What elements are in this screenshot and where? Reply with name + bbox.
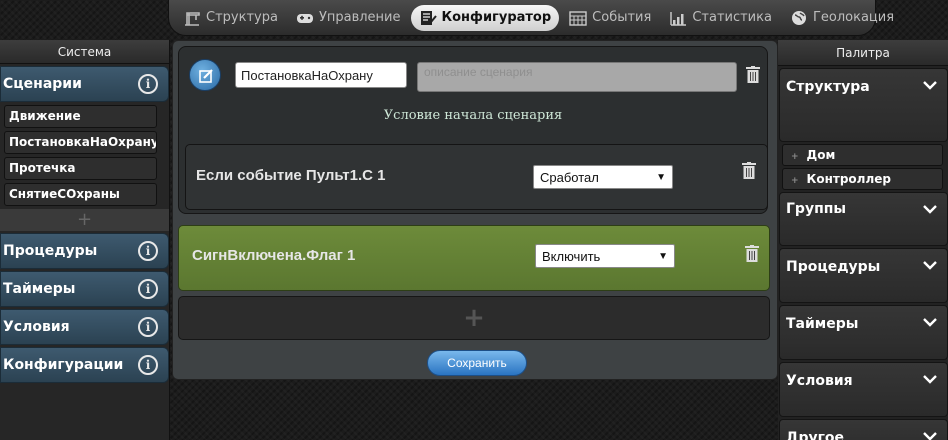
event-text: Если событие Пульт1.С 1	[196, 167, 386, 184]
info-icon[interactable]: i	[138, 74, 158, 94]
palette-other-label: Другое	[786, 430, 845, 440]
palette-item-home[interactable]: + Дом	[782, 144, 943, 166]
nav-statistics[interactable]: Статистика	[661, 5, 780, 31]
procedures-label: Процедуры	[3, 243, 98, 259]
palette-sidebar: Палитра Структура + Дом + Контроллер Групп…	[778, 40, 948, 440]
nav-structure[interactable]: Структура	[175, 5, 286, 31]
save-button[interactable]: Сохранить	[427, 350, 527, 376]
dropdown-arrow-icon: ▼	[656, 171, 666, 183]
chevron-down-icon	[923, 75, 937, 94]
palette-groups-label: Группы	[786, 201, 847, 217]
palette-structure[interactable]: Структура	[779, 68, 948, 142]
scenario-header: Условие начала сценария Если событие Пул…	[178, 46, 768, 214]
palette-item-label: Дом	[806, 148, 836, 162]
nav-control-label: Управление	[318, 10, 401, 25]
nav-events-label: События	[592, 10, 652, 25]
info-icon[interactable]: i	[138, 355, 158, 375]
palette-conditions-label: Условия	[786, 373, 853, 389]
nav-control[interactable]: Управление	[288, 5, 409, 31]
delete-scenario-icon[interactable]	[746, 66, 760, 83]
add-action-button[interactable]: +	[178, 296, 770, 340]
sidebar-configurations[interactable]: Конфигурации i	[0, 347, 169, 383]
nav-configurator-label: Конфигуратор	[441, 10, 552, 25]
nav-geolocation[interactable]: Геолокация	[782, 5, 902, 31]
info-icon[interactable]: i	[138, 241, 158, 261]
event-state-select[interactable]: Сработал ▼	[533, 165, 673, 189]
palette-item-controller[interactable]: + Контроллер	[782, 168, 943, 190]
scenario-description-input[interactable]	[417, 62, 737, 92]
palette-timers[interactable]: Таймеры	[779, 305, 948, 360]
plus-icon: +	[791, 152, 799, 162]
dropdown-arrow-icon: ▼	[658, 250, 668, 262]
timers-label: Таймеры	[3, 281, 76, 297]
scenario-item[interactable]: Протечка	[4, 157, 157, 180]
action-value: Включить	[542, 248, 601, 264]
conditions-label: Условия	[3, 319, 70, 335]
palette-timers-label: Таймеры	[786, 316, 859, 332]
calendar-icon	[569, 10, 587, 26]
chevron-down-icon	[923, 199, 937, 218]
delete-event-icon[interactable]	[742, 162, 756, 179]
edit-button[interactable]	[189, 59, 221, 91]
top-nav: Структура Управление Конфигуратор Событи…	[168, 0, 894, 36]
add-scenario-button[interactable]: +	[0, 209, 169, 231]
action-text: СигнВключена.Флаг 1	[192, 247, 356, 264]
event-state-value: Сработал	[540, 169, 599, 185]
edit-icon	[199, 69, 213, 83]
palette-procedures[interactable]: Процедуры	[779, 248, 948, 303]
event-condition-row: Если событие Пульт1.С 1 Сработал ▼	[185, 144, 768, 210]
nav-events[interactable]: События	[561, 5, 659, 31]
system-title: Система	[0, 40, 169, 64]
chevron-down-icon	[923, 312, 937, 331]
palette-procedures-label: Процедуры	[786, 259, 881, 275]
document-edit-icon	[420, 10, 437, 25]
sidebar-conditions[interactable]: Условия i	[0, 309, 169, 345]
nav-structure-label: Структура	[206, 10, 278, 25]
condition-title: Условие начала сценария	[383, 108, 563, 123]
configurations-label: Конфигурации	[3, 357, 124, 373]
palette-structure-label: Структура	[786, 79, 870, 95]
chevron-down-icon	[923, 369, 937, 388]
palette-item-label: Контроллер	[806, 172, 891, 186]
scenario-editor: Условие начала сценария Если событие Пул…	[172, 40, 778, 380]
scenarios-label: Сценарии	[3, 76, 82, 92]
palette-conditions[interactable]: Условия	[779, 362, 948, 417]
info-icon[interactable]: i	[138, 317, 158, 337]
palette-other[interactable]: Другое	[779, 419, 948, 440]
plus-icon: +	[791, 176, 799, 186]
sidebar-procedures[interactable]: Процедуры i	[0, 233, 169, 269]
nav-geolocation-label: Геолокация	[812, 10, 895, 25]
nav-statistics-label: Статистика	[692, 10, 772, 25]
nav-configurator[interactable]: Конфигуратор	[410, 4, 560, 31]
chevron-down-icon	[923, 426, 937, 440]
sidebar-scenarios[interactable]: Сценарии i	[0, 66, 169, 102]
delete-action-icon[interactable]	[745, 245, 759, 262]
globe-icon	[791, 10, 806, 25]
scenario-item[interactable]: СнятиеСОхраны	[4, 183, 157, 206]
action-row: СигнВключена.Флаг 1 Включить ▼	[178, 225, 770, 291]
chevron-down-icon	[923, 255, 937, 274]
palette-title: Палитра	[778, 40, 948, 66]
palette-groups[interactable]: Группы	[779, 192, 948, 246]
scenario-name-input[interactable]	[235, 62, 407, 88]
info-icon[interactable]: i	[138, 279, 158, 299]
action-select[interactable]: Включить ▼	[535, 244, 675, 268]
scenario-item[interactable]: ПостановкаНаОхрану	[4, 131, 157, 154]
bar-chart-icon	[670, 11, 687, 26]
system-sidebar: Система Сценарии i Движение ПостановкаНа…	[0, 40, 170, 440]
gamepad-icon	[296, 13, 313, 23]
crane-icon	[185, 11, 200, 26]
scenario-item[interactable]: Движение	[4, 105, 157, 128]
sidebar-timers[interactable]: Таймеры i	[0, 271, 169, 307]
